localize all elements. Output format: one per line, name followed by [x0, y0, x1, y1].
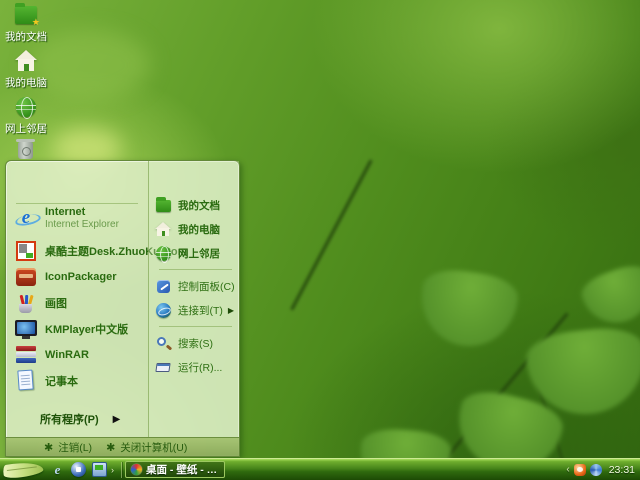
- menu-item-paint[interactable]: 画图: [14, 290, 144, 316]
- recycle-bin-icon: [14, 139, 38, 162]
- taskbar-clock: 23:31: [608, 463, 635, 476]
- search-icon: [155, 335, 173, 352]
- winrar-icon: [14, 343, 38, 367]
- iconpackager-icon: [14, 265, 38, 289]
- start-menu-body: e Internet Internet Explorer 桌酷主题Desk.Zh…: [6, 161, 239, 437]
- menu-item-label: 我的文档: [178, 199, 220, 212]
- menu-item-my-documents[interactable]: 我的文档: [155, 193, 236, 217]
- wallpaper-stem: [290, 159, 373, 311]
- task-button-label: 桌面 - 壁纸 - 桌酷...: [146, 464, 219, 476]
- taskbar-task-button[interactable]: 桌面 - 壁纸 - 桌酷...: [125, 461, 225, 478]
- tray-collapse-chevron-icon[interactable]: ‹: [566, 464, 569, 475]
- tray-messenger-icon[interactable]: [589, 463, 602, 476]
- menu-item-label: WinRAR: [45, 348, 89, 361]
- zhuoku-theme-icon: [14, 239, 38, 263]
- menu-item-label: 搜索(S): [178, 337, 213, 350]
- kmplayer-icon: [14, 317, 38, 341]
- desktop-icon-label: 我的电脑: [5, 77, 47, 89]
- submenu-arrow-icon: ▶: [227, 305, 234, 315]
- menu-item-label: 我的电脑: [178, 223, 220, 236]
- pinwheel-icon: [131, 464, 142, 475]
- menu-separator: [159, 326, 232, 327]
- desktop-icon-recycle-bin[interactable]: [2, 139, 50, 162]
- wallpaper-leaf: [577, 259, 640, 333]
- menu-separator: [159, 269, 232, 270]
- menu-item-label: KMPlayer中文版: [45, 323, 129, 336]
- my-documents-folder-icon: ★: [14, 3, 40, 27]
- desktop-icon-my-computer[interactable]: 我的电脑: [2, 50, 50, 90]
- log-off-button[interactable]: ✱ 注销(L): [44, 440, 92, 455]
- menu-item-label: IconPackager: [45, 270, 117, 283]
- wallpaper-leaf: [415, 265, 521, 353]
- quick-launch-media-player-icon[interactable]: [71, 462, 86, 477]
- globe-icon: [155, 245, 172, 263]
- system-tray: ‹ 23:31: [566, 463, 640, 476]
- tray-qq-icon[interactable]: [573, 463, 586, 476]
- leaf-start-icon: [2, 458, 44, 480]
- quick-launch-show-desktop-icon[interactable]: [92, 462, 107, 477]
- desktop-icon-network-places[interactable]: 网上邻居: [2, 96, 50, 136]
- menu-item-kmplayer[interactable]: KMPlayer中文版: [14, 316, 144, 342]
- menu-item-iconpackager[interactable]: IconPackager: [14, 264, 144, 290]
- start-menu-footer: ✱ 注销(L) ✱ 关闭计算机(U): [6, 437, 239, 456]
- notepad-icon: [14, 369, 38, 393]
- menu-item-label: 网上邻居: [178, 247, 220, 260]
- desktop-icon-label: 网上邻居: [5, 123, 47, 135]
- desktop-screen: ★ 我的文档 我的电脑 网上邻居 e Internet Internet Exp…: [0, 0, 640, 480]
- menu-item-control-panel[interactable]: 控制面板(C): [155, 274, 236, 298]
- taskbar-divider: [121, 461, 122, 478]
- menu-item-network-places[interactable]: 网上邻居: [155, 241, 236, 265]
- taskbar: e › 桌面 - 壁纸 - 桌酷... ‹ 23:31: [0, 458, 640, 480]
- menu-item-label: 控制面板(C): [178, 280, 235, 293]
- shutdown-label: 关闭计算机(U): [120, 441, 188, 454]
- desktop-icon-label: 我的文档: [5, 31, 47, 43]
- menu-item-label: 运行(R)...: [178, 361, 223, 374]
- my-computer-house-icon: [14, 50, 38, 72]
- menu-item-label: 画图: [45, 297, 67, 310]
- all-programs-arrow-icon: ▶: [112, 413, 121, 425]
- house-icon: [155, 221, 172, 238]
- control-panel-icon: [155, 278, 172, 295]
- menu-item-zhuoku-theme[interactable]: 桌酷主题Desk.ZhuoKu.Com: [14, 238, 187, 264]
- quick-launch-bar: e ›: [48, 462, 118, 477]
- start-menu-left-column: e Internet Internet Explorer 桌酷主题Desk.Zh…: [6, 161, 187, 437]
- run-icon: [155, 359, 172, 376]
- menu-item-notepad[interactable]: 记事本: [14, 368, 144, 394]
- menu-item-run[interactable]: 运行(R)...: [155, 355, 236, 379]
- menu-item-my-computer[interactable]: 我的电脑: [155, 217, 236, 241]
- quick-launch-internet-explorer-icon[interactable]: e: [50, 462, 65, 477]
- start-button[interactable]: [0, 458, 48, 480]
- network-places-globe-icon: [14, 96, 38, 119]
- paint-icon: [14, 291, 38, 315]
- menu-item-label: 连接到(T): [178, 304, 223, 317]
- all-programs-button[interactable]: 所有程序(P) ▶: [14, 405, 144, 433]
- log-off-icon: ✱: [44, 441, 54, 454]
- all-programs-label: 所有程序(P): [40, 414, 99, 426]
- menu-item-connect-to[interactable]: 连接到(T) ▶: [155, 298, 236, 322]
- menu-item-winrar[interactable]: WinRAR: [14, 342, 144, 368]
- shutdown-button[interactable]: ✱ 关闭计算机(U): [106, 440, 187, 455]
- desktop-icon-my-documents[interactable]: ★ 我的文档: [2, 3, 50, 44]
- connect-to-icon: [155, 302, 172, 319]
- folder-icon: [155, 196, 172, 214]
- start-menu-right-column: 我的文档 我的电脑 网上邻居 控制面板(C) 连接到(T) ▶ 搜索(S) 运行…: [148, 161, 239, 437]
- menu-item-search[interactable]: 搜索(S): [155, 331, 236, 355]
- menu-item-label: 记事本: [45, 375, 78, 388]
- folder-star-icon: ★: [31, 17, 40, 27]
- log-off-label: 注销(L): [58, 441, 93, 454]
- internet-explorer-icon: e: [14, 206, 38, 230]
- menu-item-sublabel: Internet Explorer: [45, 218, 119, 230]
- shutdown-icon: ✱: [106, 441, 116, 454]
- menu-item-internet[interactable]: e Internet Internet Explorer: [14, 204, 144, 238]
- quick-launch-overflow-chevron-icon[interactable]: ›: [111, 465, 114, 475]
- menu-item-label: Internet: [45, 205, 86, 218]
- start-menu: e Internet Internet Explorer 桌酷主题Desk.Zh…: [5, 160, 240, 457]
